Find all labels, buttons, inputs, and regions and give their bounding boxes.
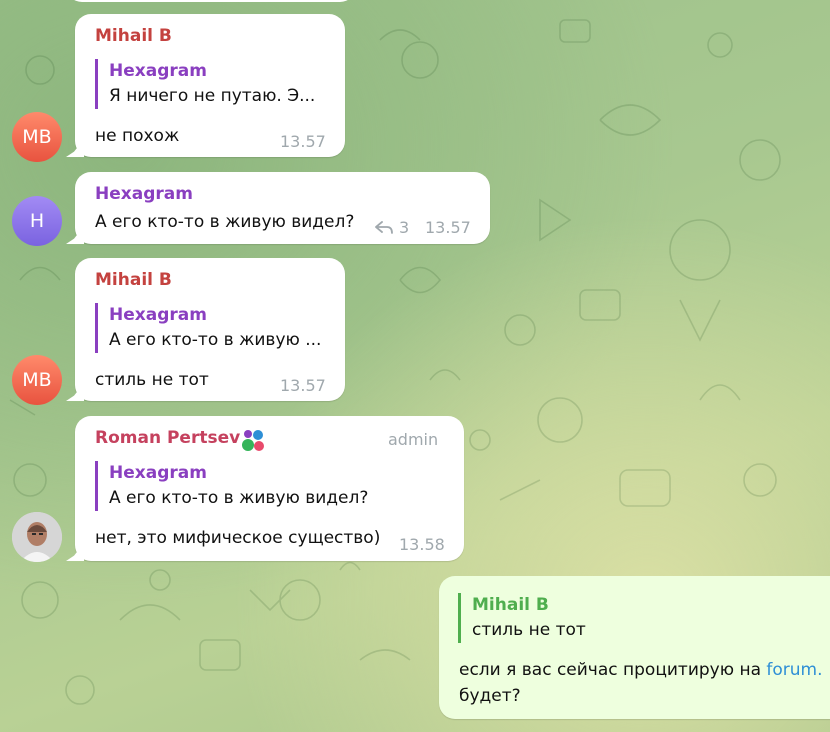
avatar[interactable]: H xyxy=(12,196,62,246)
reply-quote[interactable]: Hexagram А его кто-то в живую видел? xyxy=(95,461,368,511)
message-bubble[interactable]: Roman Pertsev admin Hexagram А его кто-т… xyxy=(75,416,464,561)
user-photo-icon xyxy=(12,512,62,562)
message-bubble[interactable]: Hexagram А его кто-то в живую видел? 3 1… xyxy=(75,172,490,244)
quote-text: А его кто-то в живую видел? xyxy=(109,488,369,508)
sender-name[interactable]: Mihail B xyxy=(95,270,172,290)
avatar[interactable]: MB xyxy=(12,355,62,405)
avatar-initials: MB xyxy=(22,126,52,148)
message-text: не похож xyxy=(95,126,180,146)
outgoing-message-bubble[interactable]: Mihail B стиль не тот если я вас сейчас … xyxy=(439,576,830,719)
avatar-initials: H xyxy=(29,210,45,232)
message-text: нет, это мифическое существо) xyxy=(95,528,381,548)
avatar-initials: MB xyxy=(22,369,52,391)
message-text-line-1: если я вас сейчас процитирую на forum. xyxy=(459,658,823,682)
avatar[interactable]: MB xyxy=(12,112,62,162)
replies-indicator[interactable]: 3 xyxy=(375,218,409,237)
message-time: 13.57 xyxy=(425,218,471,237)
quote-sender-name: Hexagram xyxy=(109,61,207,81)
reply-arrow-icon xyxy=(375,220,393,234)
quote-sender-name: Hexagram xyxy=(109,305,207,325)
quote-text: А его кто-то в живую ... xyxy=(109,330,322,350)
message-link[interactable]: forum. xyxy=(766,660,822,680)
replies-count: 3 xyxy=(399,218,410,237)
quote-sender-name: Mihail B xyxy=(472,595,549,615)
quote-sender-name: Hexagram xyxy=(109,463,207,483)
reply-quote[interactable]: Hexagram А его кто-то в живую ... xyxy=(95,303,321,353)
message-text: если я вас сейчас процитирую на xyxy=(459,660,767,680)
quote-text: стиль не тот xyxy=(472,620,586,640)
admin-badge: admin xyxy=(388,430,439,449)
message-text: стиль не тот xyxy=(95,370,209,390)
sender-name[interactable]: Hexagram xyxy=(95,184,193,204)
quote-text: Я ничего не путаю. Э... xyxy=(109,86,316,106)
message-time: 13.57 xyxy=(280,132,326,151)
message-text-line-2: будет? xyxy=(459,686,521,706)
message-bubble[interactable]: Mihail B Hexagram Я ничего не путаю. Э..… xyxy=(75,14,345,157)
sender-name[interactable]: Roman Pertsev xyxy=(95,428,240,448)
emoji-status-icon xyxy=(242,430,264,451)
sender-name[interactable]: Mihail B xyxy=(95,26,172,46)
reply-quote[interactable]: Mihail B стиль не тот xyxy=(458,593,586,643)
message-time: 13.58 xyxy=(399,535,445,554)
avatar[interactable] xyxy=(12,512,62,562)
message-text: А его кто-то в живую видел? xyxy=(95,212,355,232)
message-bubble[interactable]: Mihail B Hexagram А его кто-то в живую .… xyxy=(75,258,345,401)
reply-quote[interactable]: Hexagram Я ничего не путаю. Э... xyxy=(95,59,315,109)
previous-message-bubble[interactable] xyxy=(66,0,356,2)
message-time: 13.57 xyxy=(280,376,326,395)
